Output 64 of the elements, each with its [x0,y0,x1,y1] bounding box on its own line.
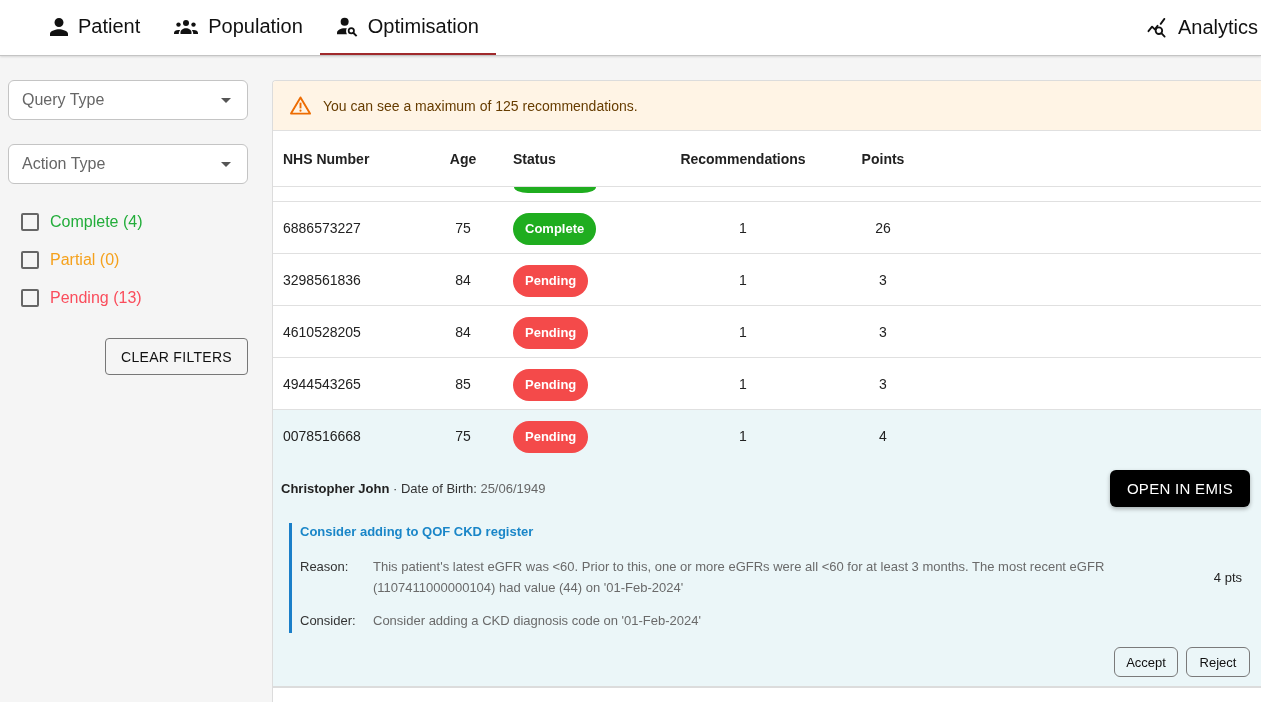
field-label: Reason: [300,558,350,576]
dropdown-field[interactable]: Action Type [8,144,248,184]
banner-message: You can see a maximum of 125 recommendations. [323,97,638,114]
nav-tab[interactable]: Population [157,0,320,55]
status-pill: Complete [513,212,597,245]
table-cell: 3 [879,323,887,340]
person-search-icon [336,16,358,37]
table-row[interactable]: 6886573227 75 Complete 1 26 [273,202,1261,254]
table-cell-text: 4610528205 [282,323,362,340]
table-cell: 85 [455,375,471,392]
table-cell: 3 [879,375,887,392]
field-label: Consider: [300,612,357,630]
field-text: This patient's latest eGFR was <60. Prior to this, one or more eGFRs were all <60 for at least 3 months. The most recent eGFR (1107411000000104) had value (44) on '01-Feb-2024' [373,558,1106,597]
column-header: Points [861,150,905,167]
table-row[interactable]: 4610528205 84 Pending 1 3 [273,306,1261,358]
table-cell-text: 3298561836 [282,271,362,288]
field-text: Consider adding a CKD diagnosis code on '01-Feb-2024' [373,612,702,630]
accept-button[interactable]: Accept [1114,647,1178,677]
table-cell-text: 4944543265 [282,375,362,392]
checkbox[interactable] [21,251,39,269]
warning-icon [290,96,311,115]
nav-tab[interactable]: Optimisation [319,0,496,55]
chart-search-icon [1146,17,1169,38]
clear-filters-button[interactable]: CLEAR FILTERS [105,338,248,375]
status-pill: Pending [513,316,589,349]
recommendation-title: Consider adding to QOF CKD register [300,523,535,541]
dob-label: · Date of Birth: [392,481,477,496]
status-pill: Pending [513,420,589,453]
table-cell: 75 [455,427,471,444]
table-cell-text: 6886573227 [282,219,362,236]
table-cell: 1 [739,375,747,392]
table-cell: 84 [455,271,471,288]
table-cell: 75 [455,219,471,236]
table-cell: 84 [455,323,471,340]
table-row[interactable]: 3298561836 84 Pending 1 3 [273,254,1261,306]
column-header: NHS Number [282,150,371,167]
table-cell: 1 [739,427,747,444]
points-value: 4 pts [1213,569,1242,585]
table-cell: 4 [879,427,887,444]
table-cell-text: 0078516668 [282,427,362,444]
analytics-link[interactable]: Analytics [1146,0,1258,55]
table-cell: 1 [739,219,747,236]
table-cell: 3 [879,271,887,288]
nav-tab[interactable]: Patient [33,0,158,55]
table-cell: 26 [875,219,891,236]
column-header: Age [449,150,477,167]
column-header: Status [512,150,557,167]
people-group-icon [174,19,199,34]
table-row[interactable] [273,410,1261,688]
checkbox[interactable] [21,289,39,307]
patient-name: Christopher John [281,481,390,496]
status-pill: Pending [513,264,589,297]
dropdown-field[interactable]: Query Type [8,80,248,120]
person-icon [50,17,68,36]
table-cell: 1 [739,323,747,340]
open-in-emis-button[interactable]: OPEN IN EMIS [1109,470,1250,507]
reject-button[interactable]: Reject [1186,647,1250,677]
caret-icon [221,161,231,167]
status-pill: Pending [513,368,589,401]
checkbox[interactable] [21,213,39,231]
table-cell: 1 [739,271,747,288]
column-header: Recommendations [680,150,806,167]
dob-value: 25/06/1949 [480,481,546,496]
caret-icon [221,97,231,103]
